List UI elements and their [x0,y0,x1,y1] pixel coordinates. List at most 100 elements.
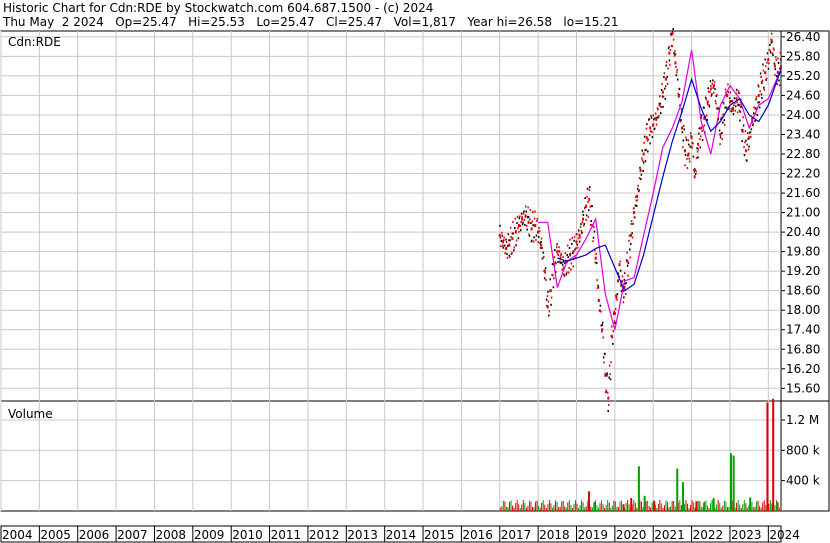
price-point [588,198,591,202]
price-point [692,155,695,158]
price-point [775,56,777,59]
volume-bar [693,502,695,511]
price-point [588,209,590,212]
price-point [513,246,516,249]
volume-bar [528,500,530,511]
volume-bar [700,506,702,511]
price-point [588,189,591,192]
price-point [648,134,651,137]
price-point [557,254,560,257]
year-tick-label: 2017 [501,528,532,542]
price-point [543,277,546,280]
price-point [758,106,761,109]
volume-bar [716,504,718,511]
price-point [755,98,757,101]
stock-chart: 15.60 16.20 16.80 17.40 18.00 18.60 19.20 19.80… [0,28,830,543]
price-point [609,378,612,381]
price-point [688,160,691,163]
volume-bar [571,507,573,511]
price-point [685,136,687,139]
volume-bar [608,502,610,511]
price-point [640,178,642,181]
price-point [756,114,759,117]
volume-bar [553,505,555,511]
price-point [649,126,652,130]
volume-bar [685,500,687,511]
price-point [581,231,583,234]
price-point [592,240,594,243]
volume-bar [751,501,753,511]
price-point [744,130,747,133]
price-point [542,251,545,254]
price-point [570,268,572,271]
price-point [589,205,592,208]
price-point [613,311,616,315]
price-point [517,227,519,230]
price-point [580,229,583,232]
price-tick-label: 24.00 [786,108,820,122]
price-point [582,217,585,221]
price-point [573,235,576,238]
year-tick-label: 2005 [40,528,71,542]
price-point [723,102,725,105]
price-point [678,88,681,91]
volume-bar [772,398,775,511]
volume-bar [597,507,599,511]
price-point [545,279,547,282]
year-tick-label: 2020 [616,528,647,542]
price-point [645,127,648,130]
year-tick-label: 2022 [693,528,724,542]
price-point [537,241,539,244]
volume-bar [766,402,769,511]
price-point [699,138,701,141]
volume-bar [590,506,592,511]
price-point [586,187,589,190]
volume-bar [533,506,535,511]
volume-bar [710,503,712,511]
price-point [676,68,679,71]
price-point [508,239,510,242]
price-point [630,242,632,245]
price-point [501,231,503,234]
price-point [520,221,522,224]
volume-tick-label: 800 k [786,443,820,457]
price-point [637,184,639,187]
price-point [636,204,638,207]
price-point [556,250,559,254]
volume-axis-labels: 400 k 800 k 1.2 M [781,413,820,488]
volume-bar [695,501,698,511]
volume-bar [559,506,561,511]
price-point [615,295,618,299]
price-point [767,58,770,62]
price-point [505,238,507,241]
price-point [602,356,605,359]
volume-bar [690,504,692,511]
price-point [571,237,574,240]
price-point [595,252,597,255]
volume-bar [674,506,676,511]
price-point [587,201,589,204]
price-point [730,110,732,113]
price-point [701,130,703,133]
price-point [724,106,726,109]
volume-bar [578,507,580,511]
volume-bar [564,506,566,511]
year-tick-label: 2023 [731,528,762,542]
price-point [522,212,525,215]
volume-bar [607,500,609,511]
price-point [519,215,521,218]
price-point [576,243,579,246]
volume-bar [642,507,644,511]
price-point [661,90,664,94]
price-tick-label: 21.60 [786,186,820,200]
price-point [683,128,685,131]
volume-bar [576,503,578,511]
price-point [682,139,685,142]
price-point [703,124,706,127]
volume-bar [625,502,627,511]
price-point [567,271,570,274]
price-point [766,52,769,55]
volume-bar [584,507,586,511]
price-point [511,251,513,254]
price-point [774,68,777,71]
